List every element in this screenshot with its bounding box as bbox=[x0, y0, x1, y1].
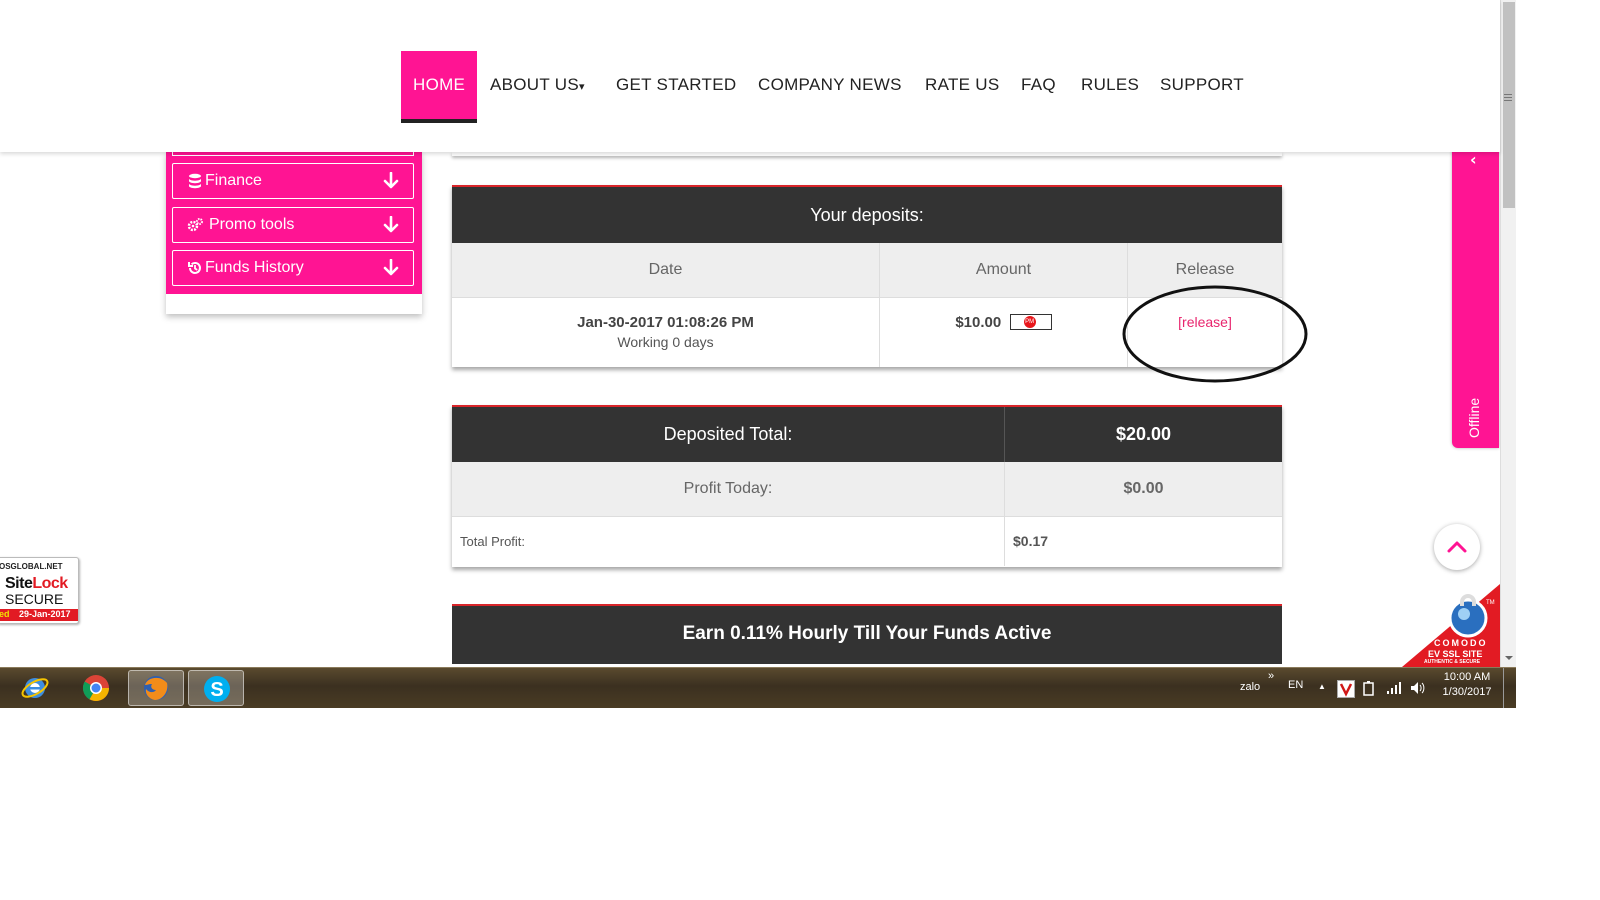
comodo-ssl-seal[interactable]: TM COMODO EV SSL SITE AUTHENTIC & SECURE bbox=[1402, 584, 1500, 667]
battery-icon[interactable] bbox=[1362, 680, 1376, 696]
taskbar-chrome-button[interactable] bbox=[68, 670, 124, 706]
column-header-amount: Amount bbox=[879, 243, 1128, 297]
v-icon bbox=[1339, 683, 1353, 697]
show-hidden-icons[interactable]: ▲ bbox=[1318, 682, 1326, 691]
sitelock-domain: OSGLOBAL.NET bbox=[0, 562, 63, 571]
skype-icon: S bbox=[204, 676, 230, 702]
sitelock-date: 29-Jan-2017 bbox=[19, 609, 71, 619]
vietkey-icon[interactable] bbox=[1337, 680, 1355, 698]
page-scrollbar[interactable] bbox=[1500, 0, 1516, 667]
totals-panel: Deposited Total: $20.00 Profit Today: $0… bbox=[452, 405, 1282, 567]
previous-panel-bottom bbox=[452, 152, 1282, 156]
firefox-icon bbox=[144, 676, 168, 700]
offline-label-anchor: Offline bbox=[1466, 398, 1486, 458]
nav-rate-us[interactable]: RATE US bbox=[925, 51, 1000, 121]
browser-viewport: HOME ABOUT US▾ GET STARTED COMPANY NEWS … bbox=[0, 0, 1516, 667]
table-row: Deposited Total: $20.00 bbox=[452, 407, 1282, 462]
nav-faq[interactable]: FAQ bbox=[1021, 51, 1056, 121]
chat-widget-tab[interactable]: ‹ Offline bbox=[1452, 138, 1499, 448]
arrow-down-icon bbox=[383, 172, 399, 189]
sitelock-secure: SECURE bbox=[5, 591, 64, 607]
total-profit-value: $0.17 bbox=[1013, 533, 1049, 550]
table-row: Total Profit: $0.17 bbox=[452, 516, 1282, 566]
column-header-date: Date bbox=[452, 243, 880, 297]
history-icon bbox=[188, 261, 201, 274]
deposited-total-value: $20.00 bbox=[1115, 424, 1172, 444]
cogs-icon bbox=[187, 218, 203, 232]
language-indicator[interactable]: EN bbox=[1288, 679, 1303, 691]
scroll-down-icon[interactable] bbox=[1504, 654, 1514, 662]
deposit-amount: $10.00 bbox=[955, 313, 1002, 331]
sitelock-brand-a: Site bbox=[5, 575, 33, 592]
total-profit-label: Total Profit: bbox=[452, 516, 1005, 566]
sidebar-item-promo-tools[interactable]: Promo tools bbox=[172, 207, 414, 243]
nav-home[interactable]: HOME bbox=[401, 51, 478, 123]
earn-banner-title: Earn 0.11% Hourly Till Your Funds Active bbox=[452, 606, 1282, 664]
tray-zalo-label[interactable]: zalo bbox=[1240, 681, 1260, 693]
taskbar-skype-button[interactable]: S bbox=[188, 670, 244, 706]
taskbar-firefox-button[interactable] bbox=[128, 670, 184, 706]
comodo-brand: COMODO bbox=[1434, 638, 1488, 648]
top-navigation: HOME ABOUT US▾ GET STARTED COMPANY NEWS … bbox=[0, 0, 1500, 152]
deposit-working-days: Working 0 days bbox=[617, 333, 714, 350]
perfect-money-icon: PM bbox=[1009, 314, 1052, 331]
profit-today-label: Profit Today: bbox=[452, 462, 1005, 516]
deposit-date-cell: Jan-30-2017 01:08:26 PM Working 0 days bbox=[452, 297, 880, 367]
nav-about-us[interactable]: ABOUT US▾ bbox=[490, 51, 585, 121]
earn-panel: Earn 0.11% Hourly Till Your Funds Active bbox=[452, 604, 1282, 667]
volume-icon[interactable] bbox=[1410, 681, 1426, 695]
sitelock-brand-b: Lock bbox=[32, 575, 68, 592]
back-to-top-button[interactable] bbox=[1434, 524, 1480, 570]
chrome-icon bbox=[82, 675, 110, 702]
sidebar-item-finance[interactable]: Finance bbox=[172, 163, 414, 199]
svg-text:S: S bbox=[210, 679, 223, 701]
network-signal-icon[interactable] bbox=[1386, 681, 1402, 695]
sidebar-item-label: Finance bbox=[205, 172, 262, 189]
grip-icon bbox=[1504, 94, 1512, 95]
sitelock-date-bar: ed 29-Jan-2017 bbox=[0, 609, 78, 621]
chevron-left-icon: ‹ bbox=[1470, 150, 1477, 169]
profit-today-value: $0.00 bbox=[1123, 479, 1164, 497]
show-desktop-button[interactable] bbox=[1503, 668, 1517, 708]
arrow-down-icon bbox=[383, 259, 399, 276]
deposits-title: Your deposits: bbox=[452, 187, 1282, 243]
tray-overflow-icon[interactable]: » bbox=[1268, 670, 1274, 682]
clock-date: 1/30/2017 bbox=[1442, 686, 1492, 698]
arrow-down-icon bbox=[383, 216, 399, 233]
pm-badge: PM bbox=[1023, 316, 1036, 329]
comodo-tm: TM bbox=[1486, 600, 1495, 606]
sidebar-item-label: Funds History bbox=[205, 259, 304, 276]
nav-about-us-label: ABOUT US bbox=[490, 75, 579, 94]
system-clock[interactable]: 10:00 AM 1/30/2017 bbox=[1436, 671, 1498, 698]
deposit-amount-cell: $10.00 PM bbox=[879, 297, 1128, 367]
chat-status: Offline bbox=[1466, 397, 1482, 438]
table-row: Profit Today: $0.00 bbox=[452, 462, 1282, 516]
deposit-date: Jan-30-2017 01:08:26 PM bbox=[577, 313, 754, 331]
sidebar-item-funds-history[interactable]: Funds History bbox=[172, 250, 414, 286]
sidebar-item-label: Promo tools bbox=[209, 216, 295, 233]
nav-get-started[interactable]: GET STARTED bbox=[616, 51, 736, 121]
totals-table: Deposited Total: $20.00 Profit Today: $0… bbox=[452, 407, 1282, 566]
nav-company-news[interactable]: COMPANY NEWS bbox=[758, 51, 902, 121]
nav-rules[interactable]: RULES bbox=[1081, 51, 1139, 121]
sitelock-badge[interactable]: OSGLOBAL.NET SiteLock SECURE ed 29-Jan-2… bbox=[0, 557, 79, 624]
windows-taskbar: S zalo » EN ▲ 10:00 AM 1/30/2017 bbox=[0, 667, 1516, 708]
nav-support[interactable]: SUPPORT bbox=[1160, 51, 1244, 121]
chevron-up-icon bbox=[1447, 541, 1467, 553]
scrollbar-thumb[interactable] bbox=[1503, 2, 1515, 208]
deposited-total-label: Deposited Total: bbox=[452, 407, 1005, 462]
comodo-line1: EV SSL SITE bbox=[1428, 649, 1483, 659]
internet-explorer-icon bbox=[21, 678, 49, 698]
database-icon bbox=[189, 173, 201, 189]
sidebar-menu: Finance Promo tools Funds History bbox=[166, 148, 422, 294]
account-sidebar: Finance Promo tools Funds History bbox=[166, 148, 422, 314]
taskbar-ie-button[interactable] bbox=[8, 670, 64, 706]
clock-time: 10:00 AM bbox=[1443, 671, 1491, 683]
circle-annotation bbox=[1122, 285, 1308, 383]
sitelock-verified: ed bbox=[0, 609, 10, 619]
caret-down-icon: ▾ bbox=[579, 81, 585, 93]
comodo-line2: AUTHENTIC & SECURE bbox=[1424, 659, 1481, 665]
